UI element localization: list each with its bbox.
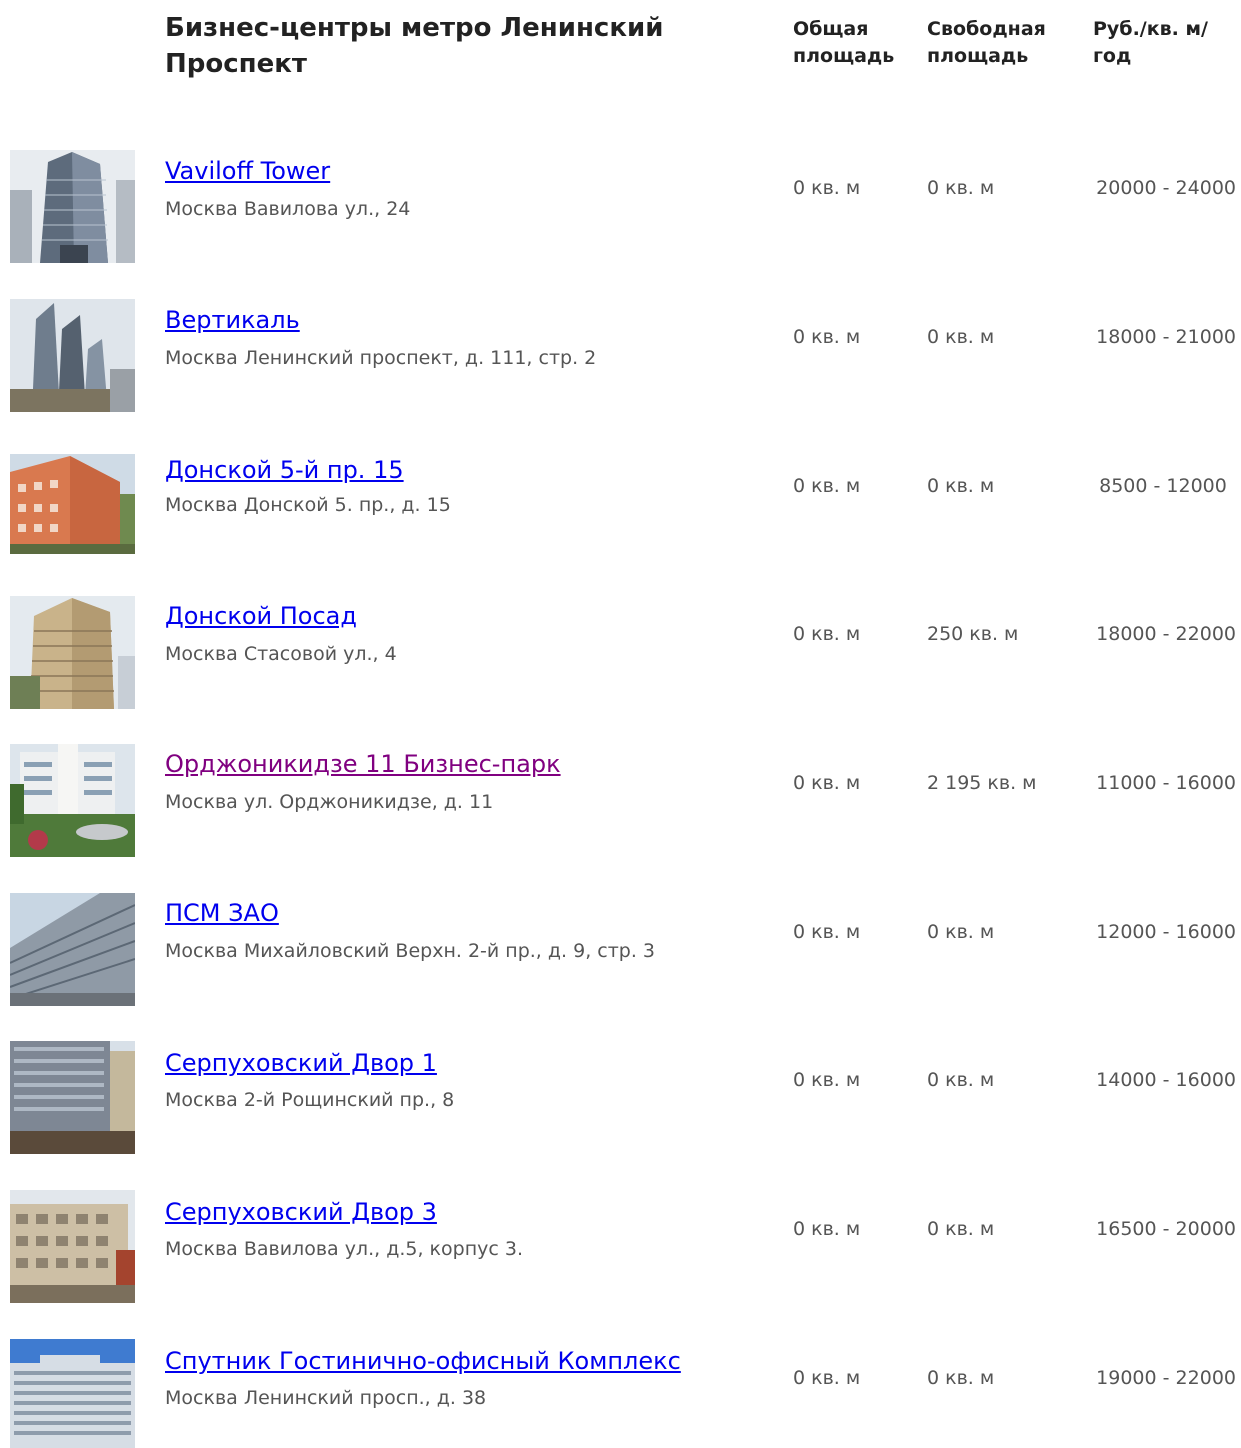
free-area-cell: 0 кв. м [927, 177, 995, 199]
table-header: Бизнес-центры метро Ленинский Проспект О… [0, 0, 1241, 120]
building-thumbnail[interactable] [10, 893, 135, 1006]
business-center-link[interactable]: Донской Посад [165, 599, 357, 633]
beige-building-photo [10, 1190, 135, 1303]
table-row: Вертикаль Москва Ленинский проспект, д. … [0, 299, 1241, 447]
price-cell: 20000 - 24000 [1096, 177, 1236, 199]
business-center-address: Москва Ленинский просп., д. 38 [165, 1387, 487, 1409]
table-row: Спутник Гостинично-офисный Комплекс Моск… [0, 1339, 1241, 1448]
price-cell: 14000 - 16000 [1096, 1069, 1236, 1091]
free-area-cell: 250 кв. м [927, 623, 1019, 645]
table-row: ПСМ ЗАО Москва Михайловский Верхн. 2-й п… [0, 893, 1241, 1041]
business-center-address: Москва ул. Орджоникидзе, д. 11 [165, 791, 494, 813]
building-thumbnail[interactable] [10, 1339, 135, 1448]
business-center-link[interactable]: Серпуховский Двор 1 [165, 1046, 437, 1080]
free-area-cell: 0 кв. м [927, 1069, 995, 1091]
free-area-cell: 0 кв. м [927, 1367, 995, 1389]
price-cell: 11000 - 16000 [1096, 772, 1236, 794]
glass-tower-photo [10, 150, 135, 263]
business-center-link[interactable]: Серпуховский Двор 3 [165, 1195, 437, 1229]
orange-building-photo [10, 454, 135, 554]
highrise-photo [10, 596, 135, 709]
total-area-cell: 0 кв. м [793, 475, 861, 497]
table-row: Серпуховский Двор 3 Москва Вавилова ул.,… [0, 1190, 1241, 1338]
business-park-photo [10, 744, 135, 857]
business-center-address: Москва Вавилова ул., 24 [165, 198, 411, 220]
building-thumbnail[interactable] [10, 150, 135, 263]
business-center-link[interactable]: Спутник Гостинично-офисный Комплекс [165, 1344, 681, 1378]
free-area-cell: 2 195 кв. м [927, 772, 1037, 794]
building-thumbnail[interactable] [10, 1190, 135, 1303]
business-center-address: Москва Михайловский Верхн. 2-й пр., д. 9… [165, 940, 656, 962]
table-row: Серпуховский Двор 1 Москва 2-й Рощинский… [0, 1041, 1241, 1189]
business-center-address: Москва 2-й Рощинский пр., 8 [165, 1089, 455, 1111]
free-area-cell: 0 кв. м [927, 921, 995, 943]
total-area-cell: 0 кв. м [793, 623, 861, 645]
building-thumbnail[interactable] [10, 1041, 135, 1154]
total-area-cell: 0 кв. м [793, 1069, 861, 1091]
building-thumbnail[interactable] [10, 596, 135, 709]
total-area-cell: 0 кв. м [793, 326, 861, 348]
business-center-link[interactable]: Орджоникидзе 11 Бизнес-парк [165, 747, 561, 781]
business-center-link[interactable]: Донской 5-й пр. 15 [165, 453, 404, 487]
price-cell: 18000 - 21000 [1096, 326, 1236, 348]
price-cell: 12000 - 16000 [1096, 921, 1236, 943]
free-area-cell: 0 кв. м [927, 326, 995, 348]
business-center-link[interactable]: Vaviloff Tower [165, 154, 330, 188]
twin-towers-photo [10, 299, 135, 412]
table-row: Орджоникидзе 11 Бизнес-парк Москва ул. О… [0, 744, 1241, 892]
business-center-address: Москва Стасовой ул., 4 [165, 643, 397, 665]
table-row: Vaviloff Tower Москва Вавилова ул., 24 0… [0, 150, 1241, 298]
hotel-complex-photo [10, 1339, 135, 1448]
total-area-cell: 0 кв. м [793, 177, 861, 199]
column-header-price: Руб./кв. м/год [1093, 18, 1208, 67]
table-row: Донской 5-й пр. 15 Москва Донской 5. пр.… [0, 454, 1241, 602]
price-cell: 16500 - 20000 [1096, 1218, 1236, 1240]
free-area-cell: 0 кв. м [927, 1218, 995, 1240]
business-center-address: Москва Вавилова ул., д.5, корпус 3. [165, 1238, 523, 1260]
total-area-cell: 0 кв. м [793, 1367, 861, 1389]
total-area-cell: 0 кв. м [793, 921, 861, 943]
building-thumbnail[interactable] [10, 454, 135, 554]
business-center-address: Москва Донской 5. пр., д. 15 [165, 494, 451, 516]
grey-building-photo [10, 893, 135, 1006]
business-center-link[interactable]: ПСМ ЗАО [165, 896, 279, 930]
business-center-address: Москва Ленинский проспект, д. 111, стр. … [165, 347, 597, 369]
office-block-photo [10, 1041, 135, 1154]
price-cell: 18000 - 22000 [1096, 623, 1236, 645]
page-title: Бизнес-центры метро Ленинский Проспект [165, 13, 664, 79]
column-header-total-area: Общая площадь [793, 18, 895, 67]
price-cell: 19000 - 22000 [1096, 1367, 1236, 1389]
price-cell: 8500 - 12000 [1099, 475, 1227, 497]
total-area-cell: 0 кв. м [793, 772, 861, 794]
building-thumbnail[interactable] [10, 299, 135, 412]
free-area-cell: 0 кв. м [927, 475, 995, 497]
column-header-free-area: Свободная площадь [927, 18, 1046, 67]
business-center-link[interactable]: Вертикаль [165, 303, 300, 337]
building-thumbnail[interactable] [10, 744, 135, 857]
total-area-cell: 0 кв. м [793, 1218, 861, 1240]
table-row: Донской Посад Москва Стасовой ул., 4 0 к… [0, 596, 1241, 744]
